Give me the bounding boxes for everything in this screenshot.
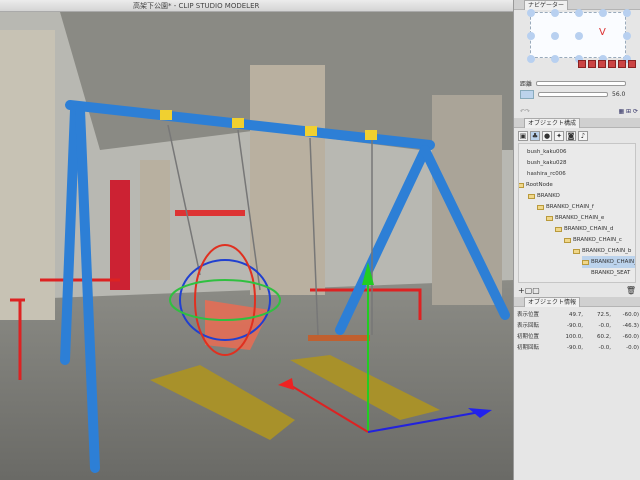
info-z: -60.0)	[622, 334, 639, 340]
tree-item[interactable]: BRANKO_SEAT	[591, 267, 630, 279]
folder-icon	[573, 248, 580, 254]
folder-icon	[564, 237, 571, 243]
info-z: -0.0)	[626, 345, 639, 351]
add-object-icon[interactable]: +▢▢	[518, 286, 540, 295]
object-tree[interactable]: bush_kaku006 bush_kaku028 hashira_rc006 Roo…	[518, 143, 636, 283]
info-row: 表示回転 -90.0, -0.0, -46.3)	[514, 321, 640, 332]
info-label: 初期位置	[517, 334, 540, 340]
window-title: 高架下公園* - CLIP STUDIO MODELER	[133, 2, 260, 10]
info-z: -46.3)	[622, 323, 639, 329]
object-tree-header: オブジェクト構成	[514, 117, 640, 128]
info-label: 初期回転	[517, 345, 540, 351]
tree-actions: +▢▢ 🗑	[518, 286, 636, 295]
tree-item-label: BRANKO_SEAT	[591, 270, 631, 276]
info-x: 49.7,	[569, 312, 583, 318]
info-row: 表示位置 49.7, 72.5, -60.0)	[514, 310, 640, 321]
navigator-view[interactable]: V	[527, 9, 631, 63]
info-x: 100.0,	[565, 334, 584, 340]
info-label: 表示位置	[517, 312, 540, 318]
pillar	[250, 65, 325, 295]
angle-value[interactable]: 56.0	[612, 91, 625, 98]
image-icon[interactable]: ▣	[518, 131, 528, 141]
info-z: -60.0)	[622, 312, 639, 318]
3d-viewport[interactable]	[0, 12, 513, 480]
right-panel: ナビゲーター V 距離 56.0 ↶↷ ▦ ⊞ ⟳ オブジェクト構成 ▣ ♣ ● ✦ ◙ ♪…	[513, 0, 640, 480]
info-y: -0.0,	[598, 345, 611, 351]
info-x: -90.0,	[567, 345, 583, 351]
info-y: 60.2,	[597, 334, 611, 340]
folder-icon	[528, 193, 535, 199]
undo-redo-icon[interactable]: ↶↷	[520, 108, 530, 115]
object-info-header: オブジェクト情報	[514, 296, 640, 307]
distance-label: 距離	[520, 81, 533, 88]
folder-icon	[546, 215, 553, 221]
info-row: 初期回転 -90.0, -0.0, -0.0)	[514, 343, 640, 354]
folder-icon	[519, 182, 524, 188]
object-tree-toolbar: ▣ ♣ ● ✦ ◙ ♪	[514, 129, 592, 143]
perspective-icon[interactable]	[520, 90, 534, 99]
view-cube-buttons[interactable]	[578, 60, 636, 68]
camera-icon: V	[599, 27, 606, 38]
angle-slider[interactable]	[538, 92, 608, 97]
pillar	[0, 30, 55, 320]
swing-seat	[308, 335, 370, 341]
distance-slider[interactable]	[536, 81, 627, 86]
pillar	[140, 160, 170, 280]
camera-icon[interactable]: ◙	[566, 131, 576, 141]
camera-tools-icon[interactable]: ▦ ⊞ ⟳	[618, 108, 638, 115]
pose-icon[interactable]: ♪	[578, 131, 588, 141]
material-icon[interactable]: ●	[542, 131, 552, 141]
title-bar: 高架下公園* - CLIP STUDIO MODELER	[0, 0, 513, 12]
folder-icon	[582, 259, 589, 265]
folder-icon	[537, 204, 544, 210]
info-y: 72.5,	[597, 312, 611, 318]
object-info-table: 表示位置 49.7, 72.5, -60.0) 表示回転 -90.0, -0.0, -46.3…	[514, 310, 640, 480]
tree-icon[interactable]: ♣	[530, 131, 540, 141]
info-x: -90.0,	[567, 323, 583, 329]
pillar	[432, 95, 502, 305]
folder-icon	[555, 226, 562, 232]
trash-icon[interactable]: 🗑	[626, 286, 636, 295]
tab-object-tree[interactable]: オブジェクト構成	[524, 117, 581, 128]
light-icon[interactable]: ✦	[554, 131, 564, 141]
info-y: -0.0,	[598, 323, 611, 329]
tab-object-info[interactable]: オブジェクト情報	[524, 296, 581, 307]
info-row: 初期位置 100.0, 60.2, -60.0)	[514, 332, 640, 343]
info-label: 表示回転	[517, 323, 540, 329]
